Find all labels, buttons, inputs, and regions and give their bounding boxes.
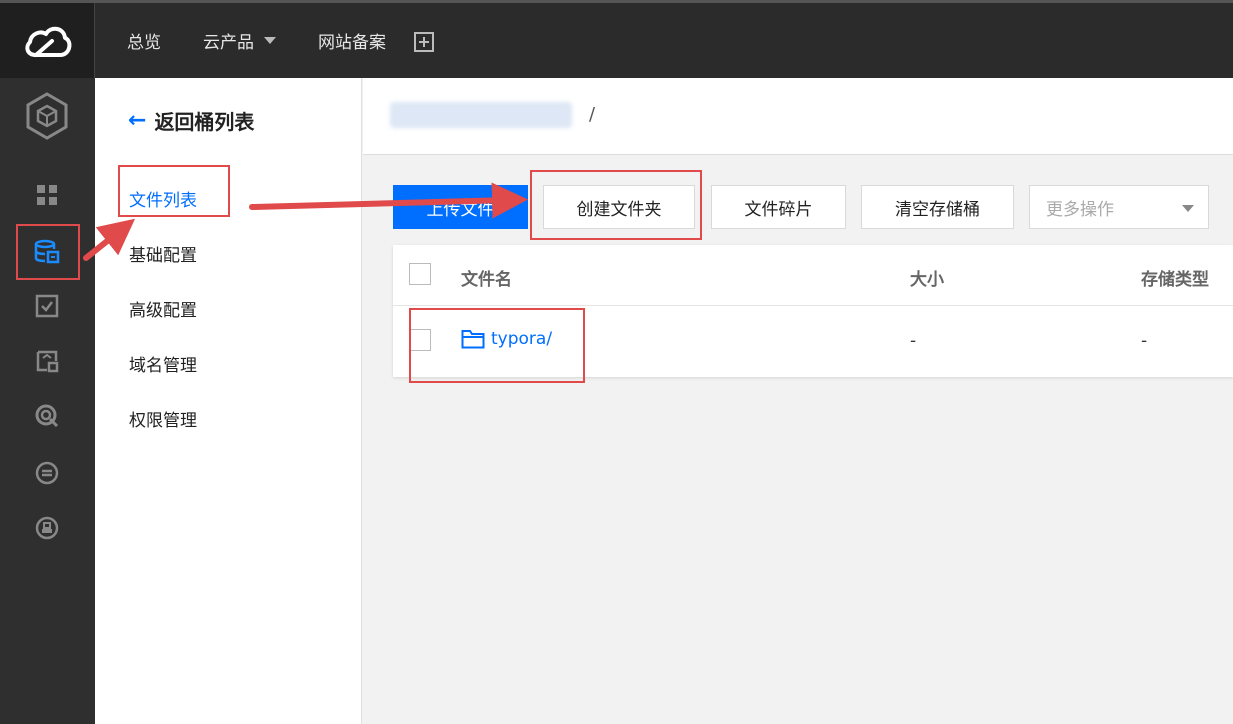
column-header-size[interactable]: 大小 [910,265,944,290]
folder-name: typora/ [491,329,553,349]
report-icon[interactable] [34,348,60,374]
sidebar-item-permission-management[interactable]: 权限管理 [129,406,197,431]
breadcrumb-separator: / [589,104,596,125]
row-size: - [910,331,917,351]
nav-filing-label: 网站备案 [318,33,386,53]
column-header-storage-class[interactable]: 存储类型 [1141,265,1209,290]
cube-icon[interactable] [24,91,70,141]
folder-link[interactable]: typora/ [461,329,552,349]
bucket-sidebar: ← 返回桶列表 文件列表 基础配置 高级配置 域名管理 权限管理 [95,78,362,724]
nav-products-label: 云产品 [203,33,254,53]
clear-bucket-button[interactable]: 清空存储桶 [861,185,1014,229]
sidebar-item-domain-management[interactable]: 域名管理 [129,351,197,376]
nav-filing[interactable]: 网站备案 [318,28,386,53]
search-icon[interactable] [34,403,60,429]
row-checkbox[interactable] [409,329,431,351]
top-nav: 总览 云产品 网站备案 [127,3,434,78]
grid-icon[interactable] [34,182,60,208]
chevron-down-icon [264,37,276,44]
breadcrumb: / [363,78,1233,155]
folder-icon [461,330,485,349]
row-storage-class: - [1141,331,1148,351]
back-label: 返回桶列表 [154,110,255,134]
nav-products[interactable]: 云产品 [203,28,276,53]
sidebar-item-basic-config[interactable]: 基础配置 [129,241,197,266]
storage-icon[interactable] [34,239,60,265]
sidebar-item-file-list[interactable]: 文件列表 [129,186,197,211]
transfer-icon[interactable] [34,460,60,486]
badge-icon[interactable] [34,515,60,541]
table-header: 文件名 大小 存储类型 [393,245,1233,306]
logo[interactable] [0,3,95,78]
upload-file-button[interactable]: 上传文件 [393,185,528,229]
add-shortcut-icon[interactable] [414,31,434,52]
top-navbar: 总览 云产品 网站备案 [0,3,1233,78]
arrow-left-icon: ← [128,108,147,133]
file-fragments-button[interactable]: 文件碎片 [711,185,846,229]
bucket-name-redacted[interactable] [390,102,572,128]
nav-overview-label: 总览 [127,33,161,53]
chevron-down-icon [1182,205,1194,212]
sidebar-item-advanced-config[interactable]: 高级配置 [129,296,197,321]
file-table: 文件名 大小 存储类型 typora/ - - [393,245,1233,377]
cloud-logo-icon [25,26,72,57]
task-icon[interactable] [34,293,60,319]
select-all-checkbox[interactable] [409,263,431,285]
column-header-name[interactable]: 文件名 [461,265,512,290]
more-actions-dropdown[interactable]: 更多操作 [1029,185,1209,229]
create-folder-button[interactable]: 创建文件夹 [543,185,695,229]
icon-rail [0,78,95,724]
nav-overview[interactable]: 总览 [127,28,161,53]
back-to-bucket-list-link[interactable]: ← 返回桶列表 [128,106,254,135]
more-actions-label: 更多操作 [1046,199,1114,220]
